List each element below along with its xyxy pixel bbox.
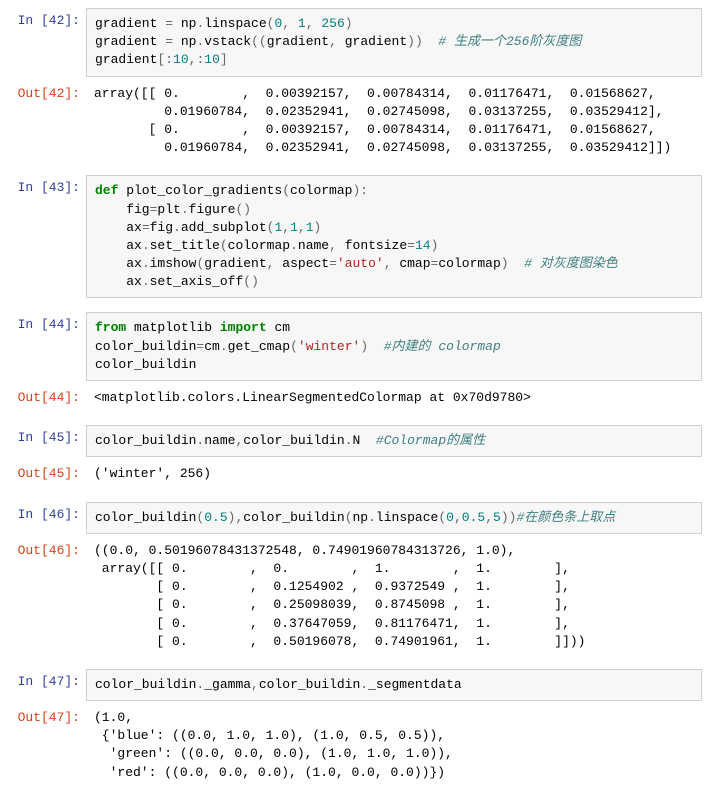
output-prompt: Out[46]: [10, 538, 86, 655]
input-cell: In [43]:def plot_color_gradients(colorma… [10, 175, 702, 298]
code-input[interactable]: gradient = np.linspace(0, 1, 256) gradie… [86, 8, 702, 77]
code-input[interactable]: color_buildin._gamma,color_buildin._segm… [86, 669, 702, 701]
output-cell: Out[42]:array([[ 0. , 0.00392157, 0.0078… [10, 81, 702, 162]
input-prompt: In [45]: [10, 425, 86, 457]
input-cell: In [45]:color_buildin.name,color_buildin… [10, 425, 702, 457]
input-prompt: In [42]: [10, 8, 86, 77]
input-prompt: In [47]: [10, 669, 86, 701]
output-prompt: Out[42]: [10, 81, 86, 162]
input-prompt: In [44]: [10, 312, 86, 381]
input-cell: In [44]:from matplotlib import cm color_… [10, 312, 702, 381]
output-cell: Out[44]:<matplotlib.colors.LinearSegment… [10, 385, 702, 411]
code-output: (1.0, {'blue': ((0.0, 1.0, 1.0), (1.0, 0… [86, 705, 702, 786]
output-prompt: Out[47]: [10, 705, 86, 786]
output-prompt: Out[45]: [10, 461, 86, 487]
input-cell: In [47]:color_buildin._gamma,color_build… [10, 669, 702, 701]
code-input[interactable]: from matplotlib import cm color_buildin=… [86, 312, 702, 381]
input-prompt: In [46]: [10, 502, 86, 534]
output-prompt: Out[44]: [10, 385, 86, 411]
code-input[interactable]: color_buildin.name,color_buildin.N #Colo… [86, 425, 702, 457]
input-cell: In [42]:gradient = np.linspace(0, 1, 256… [10, 8, 702, 77]
notebook-root: In [42]:gradient = np.linspace(0, 1, 256… [10, 8, 702, 800]
code-input[interactable]: color_buildin(0.5),color_buildin(np.lins… [86, 502, 702, 534]
output-cell: Out[47]:(1.0, {'blue': ((0.0, 1.0, 1.0),… [10, 705, 702, 786]
code-output: ('winter', 256) [86, 461, 702, 487]
code-output: <matplotlib.colors.LinearSegmentedColorm… [86, 385, 702, 411]
output-cell: Out[45]:('winter', 256) [10, 461, 702, 487]
input-prompt: In [43]: [10, 175, 86, 298]
code-output: ((0.0, 0.50196078431372548, 0.7490196078… [86, 538, 702, 655]
code-input[interactable]: def plot_color_gradients(colormap): fig=… [86, 175, 702, 298]
output-cell: Out[46]:((0.0, 0.50196078431372548, 0.74… [10, 538, 702, 655]
code-output: array([[ 0. , 0.00392157, 0.00784314, 0.… [86, 81, 702, 162]
input-cell: In [46]:color_buildin(0.5),color_buildin… [10, 502, 702, 534]
